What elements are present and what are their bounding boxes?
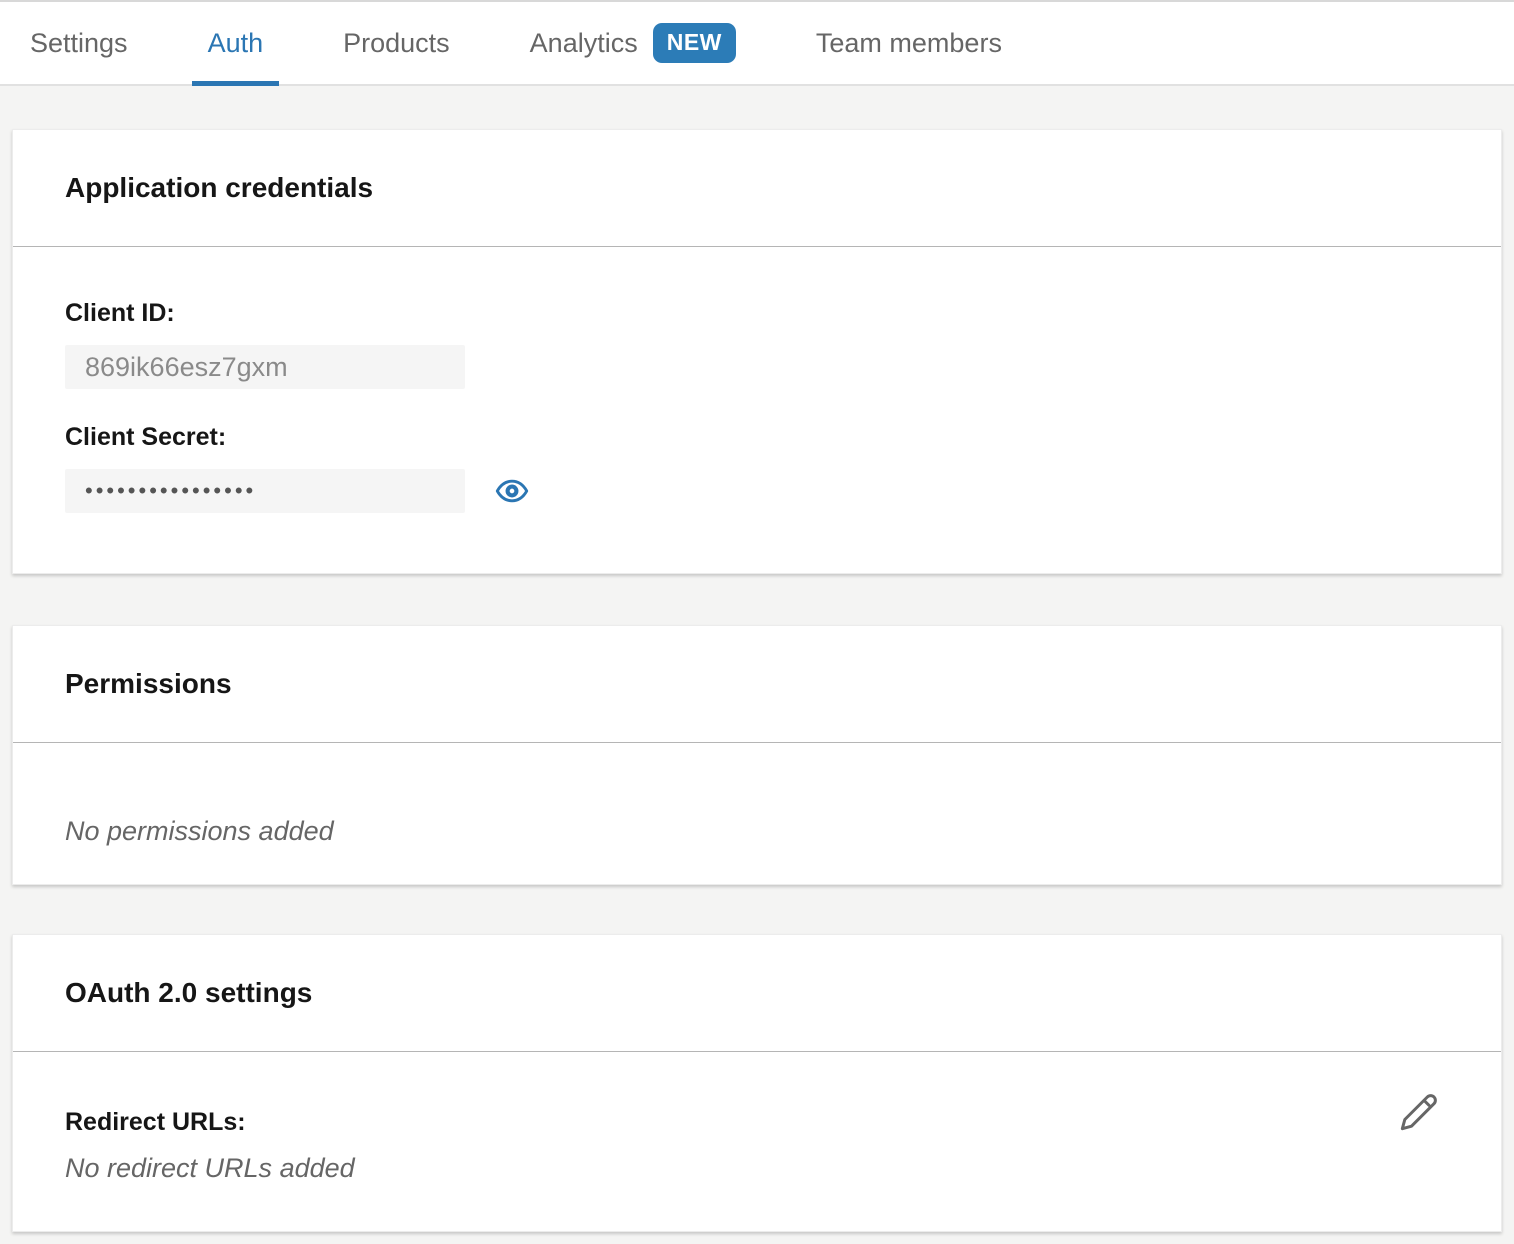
oauth-settings-card: OAuth 2.0 settings Redirect URLs: No red…: [12, 934, 1502, 1232]
oauth-settings-header: OAuth 2.0 settings: [13, 935, 1501, 1052]
client-secret-field[interactable]: [65, 469, 465, 513]
oauth-settings-body: Redirect URLs: No redirect URLs added: [13, 1052, 1501, 1184]
tab-auth-label: Auth: [208, 28, 264, 59]
application-credentials-body: Client ID: Client Secret:: [13, 247, 1501, 513]
reveal-secret-button[interactable]: [495, 474, 529, 508]
application-credentials-card: Application credentials Client ID: Clien…: [12, 129, 1502, 574]
tab-products-label: Products: [343, 28, 450, 59]
pencil-icon: [1399, 1092, 1439, 1132]
permissions-body: No permissions added: [13, 743, 1501, 847]
tab-settings-label: Settings: [30, 28, 128, 59]
client-secret-row: [65, 469, 1449, 513]
application-credentials-header: Application credentials: [13, 130, 1501, 247]
permissions-title: Permissions: [65, 668, 232, 700]
edit-redirect-urls-button[interactable]: [1399, 1092, 1439, 1132]
tab-analytics[interactable]: Analytics NEW: [514, 2, 752, 84]
tab-team-members-label: Team members: [816, 28, 1002, 59]
tab-auth[interactable]: Auth: [192, 2, 280, 84]
tab-settings[interactable]: Settings: [14, 2, 144, 84]
permissions-card: Permissions No permissions added: [12, 625, 1502, 885]
client-id-field[interactable]: [65, 345, 465, 389]
client-secret-label: Client Secret:: [65, 421, 1449, 453]
oauth-settings-title: OAuth 2.0 settings: [65, 977, 312, 1009]
new-badge: NEW: [653, 23, 736, 63]
redirect-urls-label: Redirect URLs:: [65, 1106, 355, 1138]
auth-page: Application credentials Client ID: Clien…: [0, 129, 1514, 1232]
permissions-header: Permissions: [13, 626, 1501, 743]
redirect-urls-empty-text: No redirect URLs added: [65, 1152, 355, 1184]
tab-analytics-label: Analytics: [530, 28, 638, 59]
redirect-urls-block: Redirect URLs: No redirect URLs added: [65, 1092, 355, 1184]
permissions-empty-text: No permissions added: [65, 815, 1449, 847]
eye-icon: [495, 474, 529, 508]
client-id-label: Client ID:: [65, 297, 1449, 329]
application-credentials-title: Application credentials: [65, 172, 373, 204]
tab-products[interactable]: Products: [327, 2, 466, 84]
tab-bar: Settings Auth Products Analytics NEW Tea…: [0, 0, 1514, 86]
tab-team-members[interactable]: Team members: [800, 2, 1018, 84]
